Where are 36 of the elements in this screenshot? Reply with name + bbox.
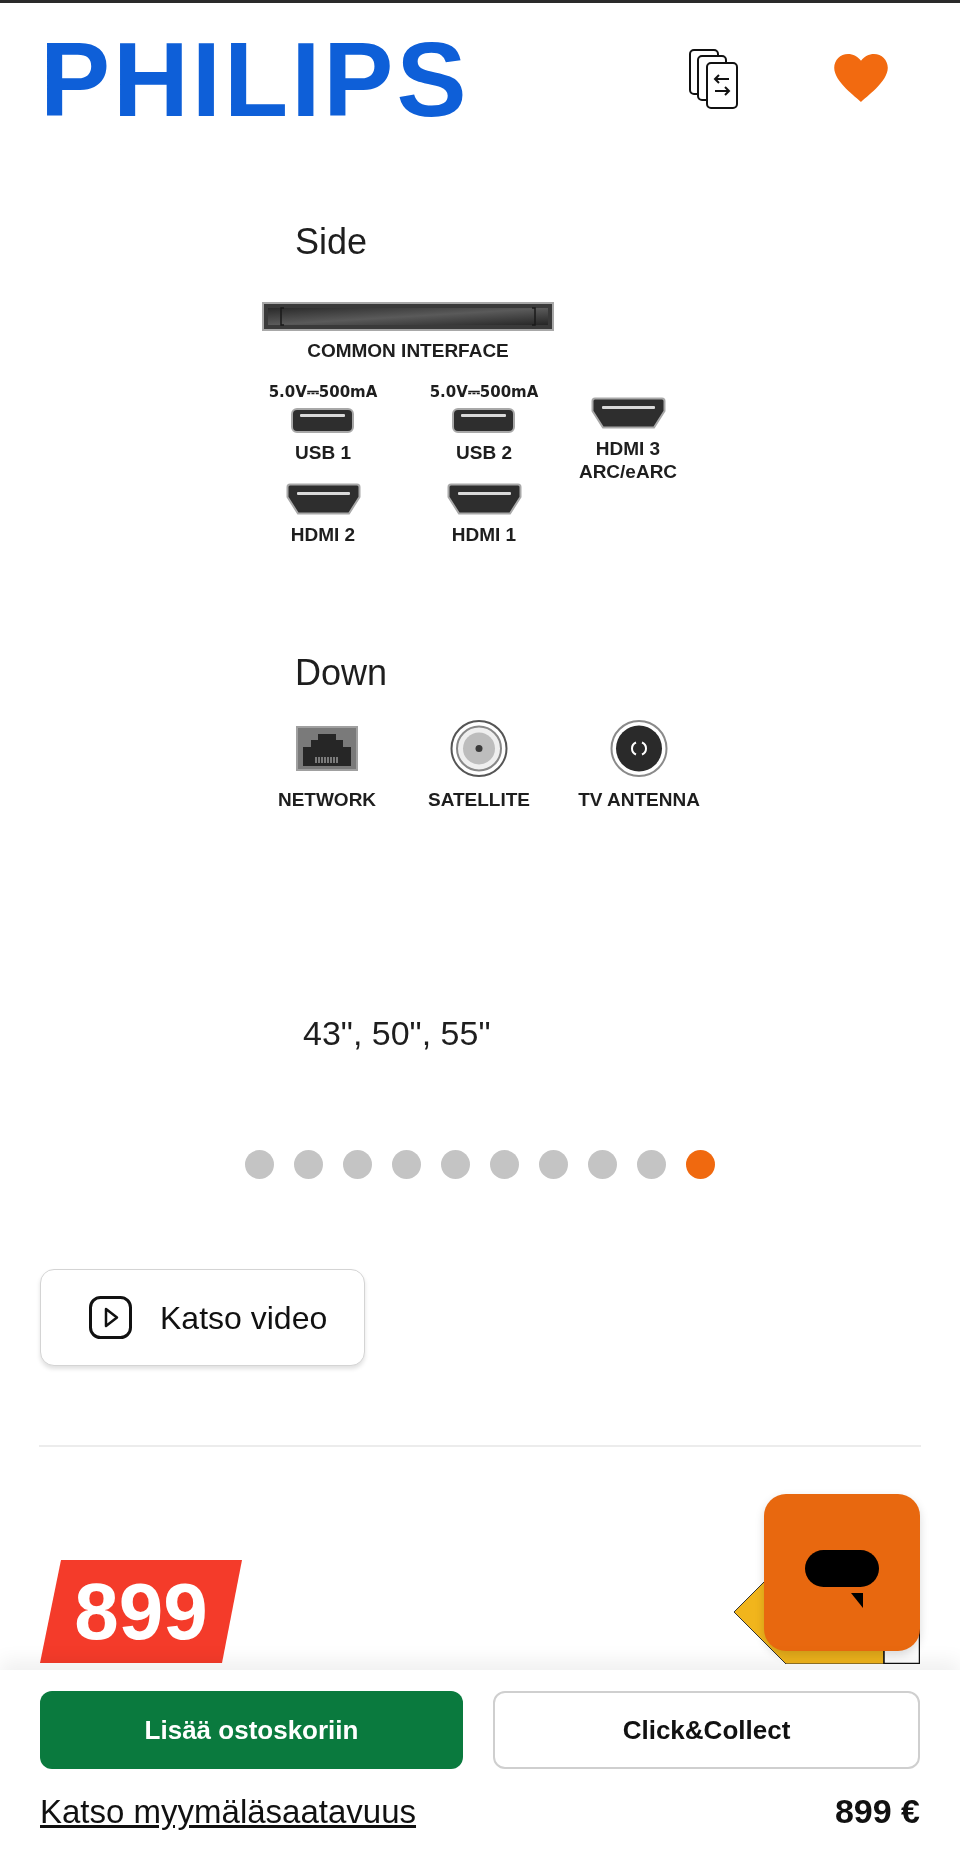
screen-sizes-text: 43", 50", 55"	[303, 1016, 491, 1050]
usb-port-icon	[452, 408, 516, 433]
slot-label: COMMON INTERFACE	[306, 341, 510, 360]
hdmi-port-icon	[446, 483, 522, 515]
usb-port-icon	[291, 408, 355, 433]
port-label: SATELLITE	[427, 790, 530, 810]
video-button[interactable]: Katso video	[40, 1269, 365, 1366]
antenna-socket-icon	[610, 719, 668, 777]
store-availability-link[interactable]: Katso myymäläsaatavuus	[40, 1795, 416, 1828]
power-rating-label: 5.0V⎓500mA	[268, 385, 378, 400]
price-text: 899 €	[834, 1794, 920, 1828]
compare-icon[interactable]	[689, 49, 739, 109]
coaxial-connector-icon	[450, 718, 508, 778]
port-label: USB 1	[295, 443, 351, 463]
chat-bubble-icon	[805, 1550, 879, 1608]
click-collect-button[interactable]: Click&Collect	[493, 1691, 920, 1769]
port-sublabel: ARC/eARC	[578, 462, 678, 482]
heart-icon[interactable]	[834, 54, 888, 102]
port-label: NETWORK	[277, 790, 377, 810]
port-label: HDMI 2	[290, 525, 356, 545]
section-title: Side	[295, 224, 368, 260]
port-label: USB 2	[456, 443, 512, 463]
ethernet-port-icon	[296, 725, 358, 771]
hdmi-port-icon	[590, 397, 666, 429]
chat-button[interactable]	[764, 1494, 920, 1651]
section-title: Down	[295, 655, 388, 691]
port-label: HDMI 3	[595, 439, 661, 459]
port-label: TV ANTENNA	[578, 790, 700, 810]
card-slot-icon	[262, 302, 554, 331]
power-rating-label: 5.0V⎓500mA	[429, 385, 539, 400]
add-to-cart-button[interactable]: Lisää ostoskoriin	[40, 1691, 463, 1769]
hdmi-port-icon	[285, 483, 361, 515]
port-label: HDMI 1	[451, 525, 517, 545]
play-icon	[89, 1296, 132, 1339]
price-badge: 899	[40, 1560, 242, 1663]
brand-logo[interactable]: PHILIPS	[40, 27, 470, 132]
